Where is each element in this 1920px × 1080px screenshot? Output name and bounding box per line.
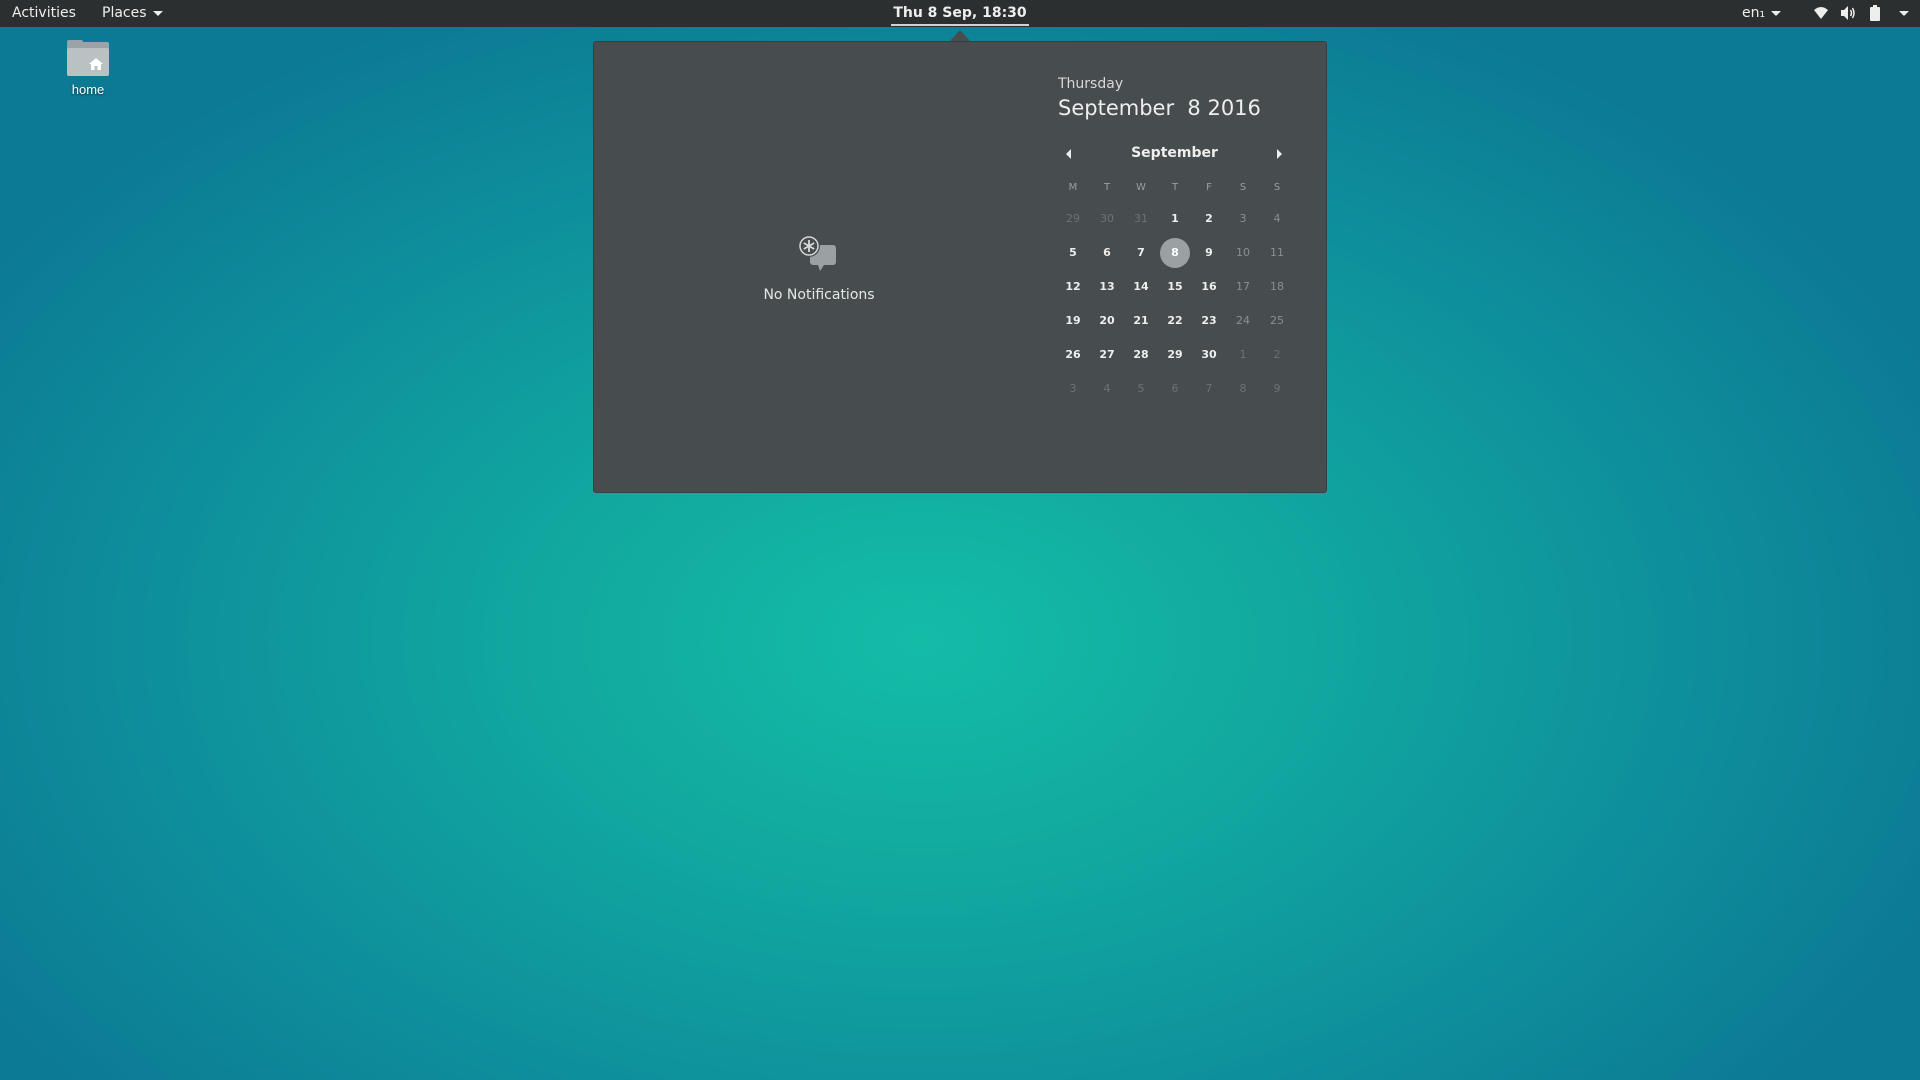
weekday-header: T [1103, 182, 1111, 193]
calendar-day[interactable]: 30 [1194, 340, 1224, 370]
calendar-day[interactable]: 22 [1160, 306, 1190, 336]
home-folder-icon [67, 40, 109, 76]
weekday-header: S [1273, 182, 1281, 193]
calendar-day[interactable]: 5 [1126, 374, 1156, 404]
calendar-day[interactable]: 1 [1160, 204, 1190, 234]
chevron-down-icon [152, 10, 163, 16]
calendar-day[interactable]: 9 [1262, 374, 1292, 404]
calendar-day[interactable]: 26 [1058, 340, 1088, 370]
calendar-day[interactable]: 25 [1262, 306, 1292, 336]
places-menu[interactable]: Places [102, 0, 163, 27]
calendar-day[interactable]: 4 [1262, 204, 1292, 234]
calendar-day[interactable]: 6 [1092, 238, 1122, 268]
no-notifications-label: No Notifications [763, 287, 875, 303]
wifi-icon[interactable] [1813, 5, 1829, 21]
calendar-day[interactable]: 21 [1126, 306, 1156, 336]
calendar-day[interactable]: 23 [1194, 306, 1224, 336]
weekday-header: W [1136, 182, 1146, 193]
calendar-day[interactable]: 1 [1228, 340, 1258, 370]
places-label: Places [102, 5, 147, 21]
activities-button[interactable]: Activities [12, 0, 76, 27]
calendar-day-today[interactable]: 8 [1160, 238, 1190, 268]
full-date-label: September 8 2016 [1058, 96, 1261, 120]
calendar-day[interactable]: 30 [1092, 204, 1122, 234]
calendar-day[interactable]: 31 [1126, 204, 1156, 234]
calendar-day[interactable]: 5 [1058, 238, 1088, 268]
calendar-day[interactable]: 19 [1058, 306, 1088, 336]
home-folder-label: home [71, 82, 105, 97]
date-header[interactable]: Thursday September 8 2016 [1058, 76, 1261, 120]
calendar-day[interactable]: 6 [1160, 374, 1190, 404]
calendar-day[interactable]: 11 [1262, 238, 1292, 268]
calendar-day[interactable]: 13 [1092, 272, 1122, 302]
calendar-day[interactable]: 3 [1228, 204, 1258, 234]
calendar-day[interactable]: 3 [1058, 374, 1088, 404]
clock-button[interactable]: Thu 8 Sep, 18:30 [891, 0, 1029, 26]
input-source-label: en₁ [1742, 5, 1766, 21]
calendar-day[interactable]: 4 [1092, 374, 1122, 404]
weekday-header: S [1239, 182, 1247, 193]
calendar-popup: No Notifications Thursday September 8 20… [593, 41, 1327, 493]
calendar-day[interactable]: 7 [1194, 374, 1224, 404]
input-source-menu[interactable]: en₁ [1742, 0, 1782, 27]
calendar-day[interactable]: 12 [1058, 272, 1088, 302]
calendar-day[interactable]: 14 [1126, 272, 1156, 302]
system-menu-chevron-icon[interactable] [1899, 11, 1909, 16]
calendar-day[interactable]: 24 [1228, 306, 1258, 336]
month-label: September [1131, 145, 1218, 161]
top-bar: Activities Places Thu 8 Sep, 18:30 en₁ [0, 0, 1920, 27]
calendar-day[interactable]: 10 [1228, 238, 1258, 268]
notifications-icon [798, 235, 836, 271]
notifications-area: No Notifications [744, 235, 894, 303]
desktop-home-folder[interactable]: home [60, 40, 116, 97]
calendar-day[interactable]: 29 [1160, 340, 1190, 370]
calendar-day[interactable]: 2 [1194, 204, 1224, 234]
weekday-header: F [1206, 182, 1212, 193]
calendar-day[interactable]: 18 [1262, 272, 1292, 302]
chevron-right-icon [1277, 149, 1282, 159]
chevron-down-icon [1771, 10, 1782, 16]
calendar-day[interactable]: 8 [1228, 374, 1258, 404]
calendar-day[interactable]: 20 [1092, 306, 1122, 336]
calendar-header: September [1058, 142, 1291, 166]
weekday-label: Thursday [1058, 76, 1124, 92]
calendar-day[interactable]: 28 [1126, 340, 1156, 370]
calendar-day[interactable]: 2 [1262, 340, 1292, 370]
next-month-button[interactable] [1272, 147, 1286, 161]
weekday-header: T [1171, 182, 1179, 193]
calendar-day[interactable]: 29 [1058, 204, 1088, 234]
battery-icon[interactable] [1869, 5, 1881, 21]
calendar-day[interactable]: 16 [1194, 272, 1224, 302]
popup-arrow [950, 30, 970, 41]
calendar-day[interactable]: 27 [1092, 340, 1122, 370]
weekday-header: M [1068, 182, 1078, 193]
calendar-day[interactable]: 17 [1228, 272, 1258, 302]
calendar-day[interactable]: 9 [1194, 238, 1224, 268]
volume-icon[interactable] [1840, 5, 1858, 21]
calendar-day[interactable]: 7 [1126, 238, 1156, 268]
calendar-day[interactable]: 15 [1160, 272, 1190, 302]
